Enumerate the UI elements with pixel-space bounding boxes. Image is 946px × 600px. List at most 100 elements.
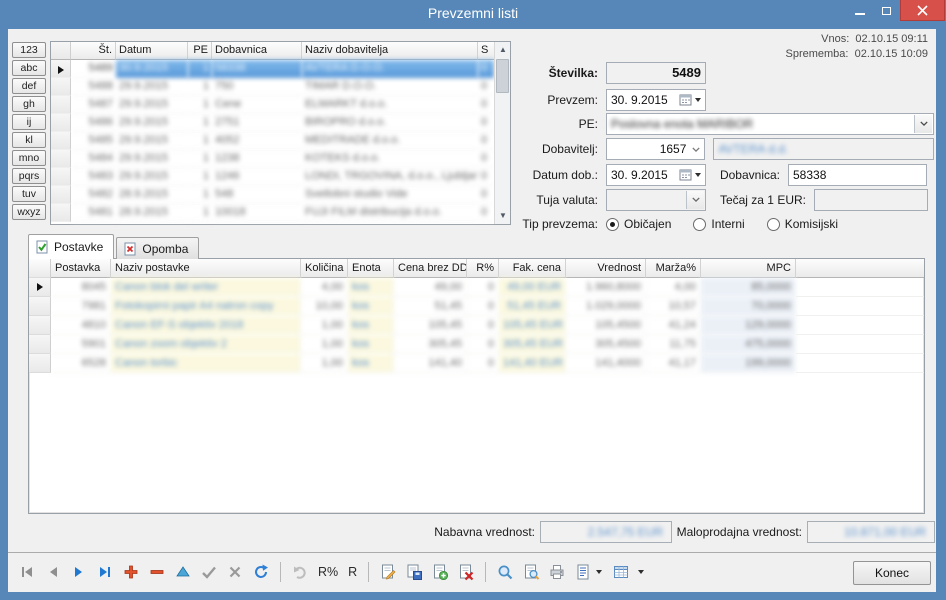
nav-first-button[interactable] (18, 563, 36, 581)
column-header-postavka[interactable]: Postavka (51, 259, 111, 278)
alpha-button-def[interactable]: def (12, 78, 46, 94)
date-dropdown-icon[interactable] (695, 173, 701, 177)
cell-dobavnica: 10018 (212, 204, 302, 222)
dobavnica-field[interactable]: 58338 (788, 164, 927, 186)
rabat-button[interactable]: R (348, 565, 357, 579)
cancel-button[interactable] (226, 563, 244, 581)
alphabet-nav: 123 abc def gh ij kl mno pqrs tuv wxyz (12, 42, 46, 222)
datum-dob-date-field[interactable]: 30. 9.2015 (606, 164, 706, 186)
alpha-button-pqrs[interactable]: pqrs (12, 168, 46, 184)
tuja-valuta-dropdown-button[interactable] (686, 191, 704, 209)
detail-row[interactable]: 7981 Fotokopirni papir A4 natron copy 10… (29, 297, 924, 316)
cell-cena: 305,45 (394, 335, 467, 354)
column-header-naziv-postavke[interactable]: Naziv postavke (111, 259, 301, 278)
vertical-scrollbar[interactable]: ▲ ▼ (494, 42, 510, 224)
table-row[interactable]: 5482 28.9.2015 1 548 Svetlobni studio Vi… (51, 186, 494, 204)
dobavitelj-code-field[interactable]: 1657 (606, 138, 705, 160)
alpha-button-kl[interactable]: kl (12, 132, 46, 148)
add-row-button[interactable] (122, 563, 140, 581)
radio-obicajen[interactable]: Običajen (606, 217, 671, 231)
table-row-selected[interactable]: 5489 30.9.2015 1 58338 AVTERA D.O.O. 0 (51, 60, 494, 78)
column-header-pe[interactable]: PE (188, 42, 212, 60)
close-button[interactable] (900, 0, 945, 21)
column-header-marza[interactable]: Marža% (646, 259, 701, 278)
column-header-mpc[interactable]: MPC (701, 259, 796, 278)
nav-prev-button[interactable] (44, 563, 62, 581)
titlebar[interactable]: Prevzemni listi (0, 0, 946, 29)
column-header-enota[interactable]: Enota (348, 259, 394, 278)
search-button[interactable] (496, 563, 514, 581)
pe-combobox[interactable]: Poslovna enota MARIBOR (606, 113, 934, 135)
refresh-button[interactable] (252, 563, 270, 581)
alpha-button-gh[interactable]: gh (12, 96, 46, 112)
calendar-icon[interactable] (679, 93, 692, 106)
radio-komisijski[interactable]: Komisijski (767, 217, 838, 231)
edit-document-button[interactable] (379, 563, 397, 581)
save-document-button[interactable] (405, 563, 423, 581)
delete-row-button[interactable] (148, 563, 166, 581)
column-header-datum[interactable]: Datum (116, 42, 188, 60)
column-header-cena-brez-ddv[interactable]: Cena brez DDV (394, 259, 467, 278)
nav-next-button[interactable] (70, 563, 88, 581)
column-header-s[interactable]: S (478, 42, 494, 60)
print-button[interactable] (548, 563, 566, 581)
alpha-button-123[interactable]: 123 (12, 42, 46, 58)
column-header-naziv[interactable]: Naziv dobavitelja (302, 42, 478, 60)
cell-marza: 41,24 (646, 316, 701, 335)
table-row[interactable]: 5486 29.9.2015 1 2751 BIROPRO d.o.o. 0 (51, 114, 494, 132)
date-dropdown-icon[interactable] (695, 98, 701, 102)
report-dropdown-icon[interactable] (596, 570, 602, 574)
alpha-button-tuv[interactable]: tuv (12, 186, 46, 202)
column-header-dobavnica[interactable]: Dobavnica (212, 42, 302, 60)
pe-dropdown-button[interactable] (914, 115, 932, 133)
alpha-button-mno[interactable]: mno (12, 150, 46, 166)
tab-opomba[interactable]: Opomba (116, 237, 199, 259)
konec-button[interactable]: Konec (853, 561, 931, 585)
table-row[interactable]: 5483 29.9.2015 1 1246 LONDI, TRGOVINA, d… (51, 168, 494, 186)
table-row[interactable]: 5484 29.9.2015 1 1238 KOTEKS d.o.o. 0 (51, 150, 494, 168)
alpha-button-wxyz[interactable]: wxyz (12, 204, 46, 220)
rabat-percent-button[interactable]: R% (318, 565, 338, 579)
detail-row[interactable]: 4810 Canon EF-S objektiv 2018 1,00 kos 1… (29, 316, 924, 335)
report-button[interactable] (574, 563, 592, 581)
column-header-r[interactable]: R% (467, 259, 499, 278)
row-selector (51, 150, 71, 168)
cell-postavka: 5901 (51, 335, 111, 354)
table-row[interactable]: 5481 28.9.2015 1 10018 FUJI FILM distrib… (51, 204, 494, 222)
detail-row[interactable]: 8045 Canon blok del writer 4,00 kos 49,0… (29, 278, 924, 297)
tuja-valuta-combobox[interactable] (606, 189, 706, 211)
detail-row[interactable]: 5901 Canon zoom objektiv 2 1,00 kos 305,… (29, 335, 924, 354)
detail-row[interactable]: 6528 Canon torbic 1,00 kos 141,40 0 141,… (29, 354, 924, 373)
delete-document-button[interactable] (457, 563, 475, 581)
table-row[interactable]: 5485 29.9.2015 1 4052 MEDITRADE d.o.o. 0 (51, 132, 494, 150)
add-document-button[interactable] (431, 563, 449, 581)
row-selector (29, 278, 51, 297)
alpha-button-abc[interactable]: abc (12, 60, 46, 76)
cell-fak-cena: 105,45 EUR (499, 316, 566, 335)
grid-dropdown-icon[interactable] (638, 570, 644, 574)
radio-interni[interactable]: Interni (693, 217, 744, 231)
scrollbar-thumb[interactable] (496, 59, 509, 93)
nav-last-button[interactable] (96, 563, 114, 581)
column-header-vrednost[interactable]: Vrednost (566, 259, 646, 278)
find-document-button[interactable] (522, 563, 540, 581)
alpha-button-ij[interactable]: ij (12, 114, 46, 130)
minimize-button[interactable] (846, 0, 873, 21)
scroll-up-icon[interactable]: ▲ (495, 42, 511, 58)
undo-button[interactable] (291, 563, 309, 581)
calendar-icon[interactable] (679, 168, 692, 181)
confirm-button[interactable] (200, 563, 218, 581)
column-header-st[interactable]: Št. (71, 42, 116, 60)
edit-row-button[interactable] (174, 563, 192, 581)
tab-postavke[interactable]: Postavke (28, 234, 114, 259)
cell-naziv: FUJI FILM distribucija d.o.o. (302, 204, 478, 222)
grid-view-button[interactable] (612, 563, 630, 581)
column-header-fak-cena[interactable]: Fak. cena (499, 259, 566, 278)
maximize-button[interactable] (873, 0, 900, 21)
chevron-down-icon[interactable] (692, 147, 700, 152)
table-row[interactable]: 5487 29.9.2015 1 Cene ELMARKT d.o.o. 0 (51, 96, 494, 114)
table-row[interactable]: 5488 29.9.2015 1 750 TIMAR D.O.O. 0 (51, 78, 494, 96)
column-header-kolicina[interactable]: Količina (301, 259, 348, 278)
prevzem-date-field[interactable]: 30. 9.2015 (606, 89, 706, 111)
scroll-down-icon[interactable]: ▼ (495, 208, 511, 224)
